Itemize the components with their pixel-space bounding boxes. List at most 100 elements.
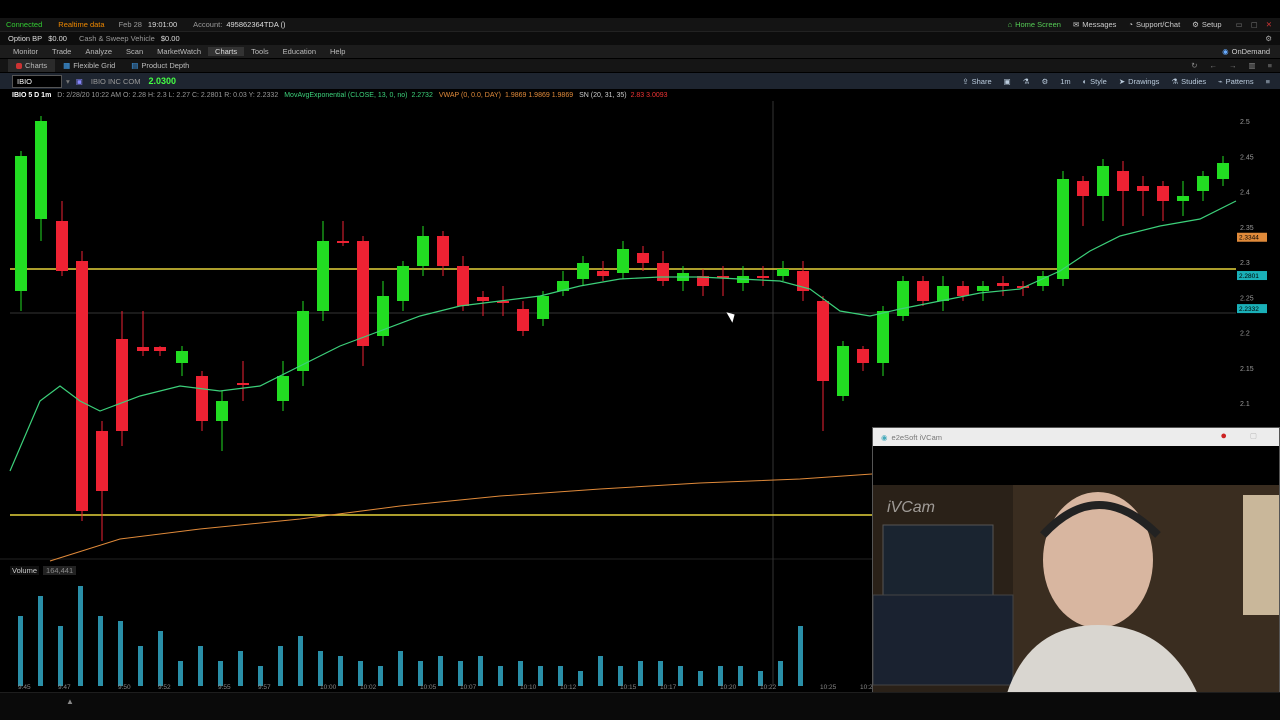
tab-charts[interactable]: Charts xyxy=(8,59,56,72)
sn-study-values: 2.83 3.0093 xyxy=(630,92,668,99)
menu-charts[interactable]: Charts xyxy=(208,47,245,56)
y-tick-label: 2.4 xyxy=(1240,190,1250,197)
messages-button[interactable]: ✉ Messages xyxy=(1073,20,1116,29)
volume-bar xyxy=(558,666,563,686)
menu-icon[interactable]: ≡ xyxy=(1268,61,1272,70)
menu-tools[interactable]: Tools xyxy=(244,47,276,56)
cash-label: Cash & Sweep Vehicle xyxy=(78,34,155,43)
candle-up xyxy=(1177,196,1189,201)
chart-tabs: Charts ▦ Flexible Grid ▤ Product Depth ↻ ←… xyxy=(0,59,1280,72)
status-date: Feb 28 xyxy=(118,20,142,29)
sn-study-label[interactable]: SN (20, 31, 35) xyxy=(579,92,626,99)
webcam-maximize-icon[interactable]: ▢ xyxy=(1250,431,1257,440)
candle-down xyxy=(1077,181,1089,196)
candle-up xyxy=(1057,179,1069,279)
x-tick-label: 10:07 xyxy=(460,684,477,691)
webcam-window[interactable]: ◉ e2eSoft iVCam ● ▢ iVCam xyxy=(872,427,1280,708)
candle-down xyxy=(437,236,449,266)
menu-analyze[interactable]: Analyze xyxy=(78,47,119,56)
candle-up xyxy=(317,241,329,311)
candle-down xyxy=(517,309,529,331)
volume-bar xyxy=(358,661,363,686)
door-shape xyxy=(1243,495,1279,615)
forward-icon[interactable]: → xyxy=(1229,61,1237,70)
ema-study-label[interactable]: MovAvgExponential (CLOSE, 13, 0, no) xyxy=(284,92,407,99)
expand-arrow-icon[interactable]: ▲ xyxy=(66,697,74,706)
price-badge-ema: 2.3344 xyxy=(1239,235,1259,242)
volume-bar xyxy=(478,656,483,686)
grid-icon: ▦ xyxy=(63,61,71,70)
support-chat-button[interactable]: ◔ Support/Chat xyxy=(1128,20,1180,29)
webcam-titlebar[interactable]: ◉ e2eSoft iVCam ● ▢ xyxy=(873,428,1279,446)
candle-up xyxy=(617,249,629,273)
volume-bar xyxy=(18,616,23,686)
account-number[interactable]: 495862364TDA () xyxy=(226,20,285,29)
volume-bar xyxy=(98,616,103,686)
volume-bar xyxy=(278,646,283,686)
menu-scan[interactable]: Scan xyxy=(119,47,150,56)
candle-up xyxy=(777,269,789,276)
menu-trade[interactable]: Trade xyxy=(45,47,78,56)
volume-bar xyxy=(798,626,803,686)
maximize-icon[interactable]: ▢ xyxy=(1251,20,1258,29)
candle-down xyxy=(997,283,1009,286)
x-tick-label: 10:02 xyxy=(360,684,377,691)
candle-down xyxy=(597,271,609,276)
vwap-study-label[interactable]: VWAP (0, 0.0, DAY) xyxy=(439,92,501,99)
volume-bar xyxy=(138,646,143,686)
back-icon[interactable]: ← xyxy=(1210,61,1218,70)
studies-button[interactable]: ⚗ Studies xyxy=(1165,77,1212,86)
volume-bar xyxy=(78,586,83,686)
symbol-period: IBIO 5 D 1m xyxy=(12,92,52,99)
flask-icon[interactable]: ⚗ xyxy=(1017,77,1036,86)
timeframe-button[interactable]: 1m xyxy=(1054,77,1076,86)
volume-bar xyxy=(118,621,123,686)
x-tick-label: 9:45 xyxy=(18,684,31,691)
symbol-dropdown-icon[interactable]: ▾ xyxy=(66,77,70,86)
chart-toolbar: IBIO ▾ ▣ IBIO INC COM 2.0300 ⇪ Share ▣ ⚗ … xyxy=(0,73,1280,89)
candle-up xyxy=(877,311,889,363)
record-icon[interactable]: ● xyxy=(1220,430,1227,442)
share-button[interactable]: ⇪ Share xyxy=(956,77,997,86)
volume-bar xyxy=(538,666,543,686)
volume-bar xyxy=(338,656,343,686)
drawings-button[interactable]: ➤ Drawings xyxy=(1113,77,1166,86)
y-tick-label: 2.2 xyxy=(1240,331,1250,338)
tab-flexible-grid[interactable]: ▦ Flexible Grid xyxy=(55,59,123,72)
candle-down xyxy=(637,253,649,263)
tab-product-depth[interactable]: ▤ Product Depth xyxy=(123,59,197,72)
patterns-button[interactable]: ⌁ Patterns xyxy=(1212,77,1259,86)
webcam-video-feed: iVCam xyxy=(873,485,1279,707)
style-button[interactable]: ◐ Style xyxy=(1077,77,1113,86)
menu-marketwatch[interactable]: MarketWatch xyxy=(150,47,208,56)
ondemand-button[interactable]: ◉ OnDemand xyxy=(1222,47,1270,56)
minimize-icon[interactable]: ▭ xyxy=(1236,20,1243,29)
toolbar-menu-icon[interactable]: ≡ xyxy=(1260,77,1276,86)
option-bp-value: $0.00 xyxy=(48,34,67,43)
gear-icon: ⚙ xyxy=(1192,20,1199,29)
gear-toolbar-icon[interactable]: ⚙ xyxy=(1035,77,1054,86)
menu-monitor[interactable]: Monitor xyxy=(6,47,45,56)
connection-status: Connected xyxy=(6,20,43,29)
refresh-icon[interactable]: ↻ xyxy=(1191,61,1197,70)
volume-bar xyxy=(738,666,743,686)
layout-icon[interactable]: ▥ xyxy=(1249,61,1256,70)
candle-up xyxy=(577,263,589,279)
menu-education[interactable]: Education xyxy=(276,47,323,56)
y-tick-label: 2.45 xyxy=(1240,154,1254,161)
link-icon[interactable]: ▣ xyxy=(76,77,83,86)
candle-down xyxy=(337,241,349,243)
x-tick-label: 9:55 xyxy=(218,684,231,691)
candle-down xyxy=(657,263,669,281)
menu-help[interactable]: Help xyxy=(323,47,352,56)
volume-bar xyxy=(378,666,383,686)
symbol-input[interactable]: IBIO xyxy=(12,74,62,88)
volume-label: Volume xyxy=(10,565,40,575)
volume-bar xyxy=(518,661,523,686)
close-icon[interactable]: ✕ xyxy=(1266,20,1272,29)
screenshot-icon[interactable]: ▣ xyxy=(998,77,1017,86)
settings-gear-icon[interactable]: ⚙ xyxy=(1265,34,1272,43)
home-screen-button[interactable]: ⌂ Home Screen xyxy=(1008,20,1061,29)
setup-button[interactable]: ⚙ Setup xyxy=(1192,20,1221,29)
realtime-status: Realtime data xyxy=(58,20,105,29)
